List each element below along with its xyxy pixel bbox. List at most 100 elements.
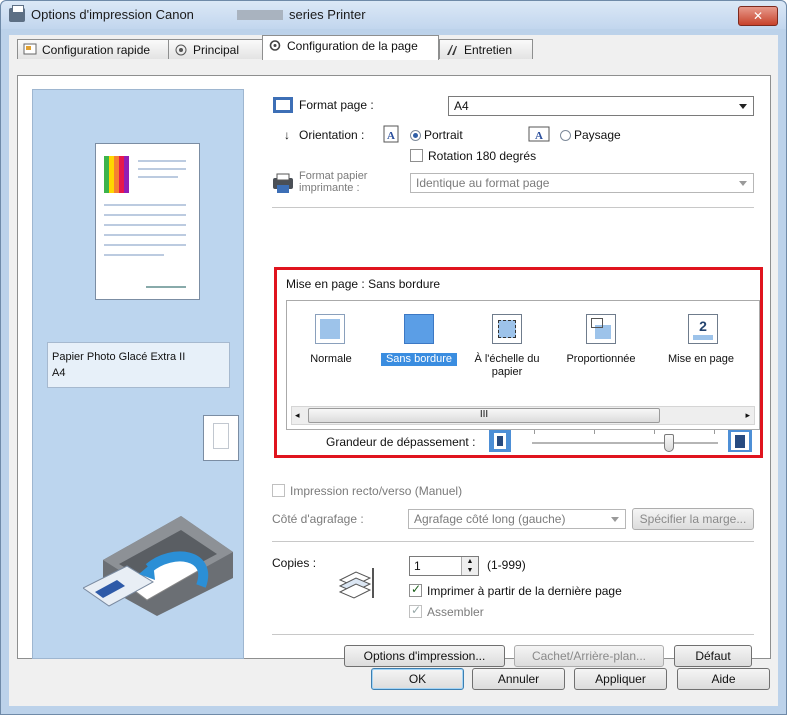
printer-paper-select[interactable]: Identique au format page <box>410 173 754 193</box>
printer-paper-label-line2: imprimante : <box>299 182 360 194</box>
text-line <box>104 224 186 226</box>
printer-paper-icon <box>273 173 293 193</box>
scroll-left-icon[interactable]: ◂ <box>295 410 300 421</box>
media-name: Papier Photo Glacé Extra II <box>52 351 186 363</box>
duplex-checkbox[interactable] <box>272 484 285 497</box>
portrait-label[interactable]: Portrait <box>424 128 463 142</box>
borderless-layout-icon <box>404 314 434 344</box>
rotation-label[interactable]: Rotation 180 degrés <box>428 149 536 163</box>
overflow-large-icon <box>728 430 752 452</box>
tab-maintenance[interactable]: Entretien <box>439 39 533 59</box>
slider-tick <box>654 430 655 434</box>
stapling-label: Côté d'agrafage : <box>272 512 364 526</box>
layout-list[interactable]: Normale Sans bordure À l'échelle du papi… <box>286 300 760 430</box>
text-line <box>138 176 178 178</box>
text-line <box>104 244 186 246</box>
copies-input[interactable]: 1 ▲ ▼ <box>409 556 479 576</box>
scroll-right-icon[interactable]: ▸ <box>745 410 750 421</box>
title-bar[interactable]: Options d'impression Canon series Printe… <box>1 1 786 29</box>
portrait-radio[interactable] <box>410 130 421 141</box>
scaled-layout-icon <box>586 314 616 344</box>
stapling-select[interactable]: Agrafage côté long (gauche) <box>408 509 626 529</box>
color-bars-image <box>104 156 129 193</box>
print-options-button[interactable]: Options d'impression... <box>344 645 505 667</box>
ok-button[interactable]: OK <box>371 668 464 690</box>
text-line <box>138 168 186 170</box>
landscape-label[interactable]: Paysage <box>574 128 621 142</box>
reverse-order-label[interactable]: Imprimer à partir de la dernière page <box>427 584 622 598</box>
tab-principal[interactable]: Principal <box>168 39 263 59</box>
duplex-label[interactable]: Impression recto/verso (Manuel) <box>290 484 462 498</box>
preview-pane: Papier Photo Glacé Extra II A4 <box>32 89 244 659</box>
reverse-order-checkbox[interactable] <box>409 582 422 597</box>
defaults-button[interactable]: Défaut <box>674 645 752 667</box>
collate-checkbox[interactable] <box>409 603 422 618</box>
layout-list-scrollbar[interactable]: ◂ III ▸ <box>291 406 755 425</box>
slider-thumb[interactable] <box>664 434 674 452</box>
quick-setup-icon <box>23 43 37 55</box>
redacted-model <box>237 10 283 20</box>
cancel-button[interactable]: Annuler <box>472 668 565 690</box>
stamp-background-button[interactable]: Cachet/Arrière-plan... <box>514 645 664 667</box>
slider-tick <box>594 430 595 434</box>
maintenance-icon <box>447 45 457 55</box>
printer-paper-label-line1: Format papier <box>299 170 368 182</box>
fit-to-page-icon <box>492 314 522 344</box>
tab-quick-setup[interactable]: Configuration rapide <box>17 39 169 59</box>
layout-item-label: À l'échelle du papier <box>474 353 540 378</box>
tab-label: Principal <box>193 43 240 57</box>
format-page-select[interactable]: A4 <box>448 96 754 116</box>
window-title: Options d'impression Canon <box>31 7 194 22</box>
layout-label-text: Mise en page : <box>286 277 365 291</box>
text-line <box>104 204 186 206</box>
collate-label[interactable]: Assembler <box>427 605 484 619</box>
slider-track <box>532 442 718 445</box>
page-preview <box>95 143 200 300</box>
text-line <box>146 286 186 288</box>
specify-margin-button[interactable]: Spécifier la marge... <box>632 508 754 530</box>
separator <box>272 207 754 208</box>
media-size: A4 <box>52 367 66 379</box>
text-line <box>104 234 186 236</box>
text-line <box>138 160 186 162</box>
overflow-slider[interactable] <box>532 426 718 454</box>
layout-item-mise-en-page[interactable]: 2 Mise en page <box>651 301 751 409</box>
orientation-bullet: ↓ <box>284 128 290 142</box>
chevron-down-icon <box>739 181 747 186</box>
page-setup-panel: Papier Photo Glacé Extra II A4 Format pa… <box>17 75 771 667</box>
page-size-icon <box>273 97 293 113</box>
tab-page-setup[interactable]: Configuration de la page <box>262 35 439 60</box>
text-line <box>104 254 164 256</box>
scrollbar-thumb[interactable]: III <box>308 408 660 423</box>
layout-item-label: Mise en page <box>667 353 735 365</box>
layout-item-fit-page[interactable]: À l'échelle du papier <box>463 301 551 409</box>
layout-value: Sans bordure <box>368 277 441 291</box>
landscape-radio[interactable] <box>560 130 571 141</box>
chevron-down-icon <box>611 517 619 522</box>
apply-button[interactable]: Appliquer <box>574 668 667 690</box>
copies-range: (1-999) <box>487 558 526 572</box>
help-button[interactable]: Aide <box>677 668 770 690</box>
text-line <box>104 214 186 216</box>
page-layout-icon: 2 <box>688 314 718 344</box>
close-button[interactable]: ✕ <box>738 6 778 26</box>
landscape-icon: A <box>528 126 550 142</box>
page-setup-icon <box>269 40 281 51</box>
copies-spinner[interactable]: ▲ ▼ <box>461 557 478 575</box>
layout-item-proportionnee[interactable]: Proportionnée <box>551 301 651 409</box>
printer-paper-value: Identique au format page <box>416 176 550 190</box>
layout-label: Mise en page : Sans bordure <box>286 277 440 291</box>
layout-item-normale[interactable]: Normale <box>287 301 375 409</box>
print-options-window: Options d'impression Canon series Printe… <box>0 0 787 715</box>
orientation-label: Orientation : <box>299 128 365 142</box>
tab-label: Configuration rapide <box>42 43 151 57</box>
format-page-value: A4 <box>454 99 469 113</box>
layout-item-sans-bordure[interactable]: Sans bordure <box>375 301 463 409</box>
tab-label: Configuration de la page <box>287 39 418 53</box>
slider-tick <box>534 430 535 434</box>
layout-item-label: Proportionnée <box>566 353 636 365</box>
printer-icon <box>9 5 25 22</box>
svg-text:A: A <box>387 130 395 142</box>
separator <box>272 634 754 635</box>
rotation-checkbox[interactable] <box>410 149 423 162</box>
